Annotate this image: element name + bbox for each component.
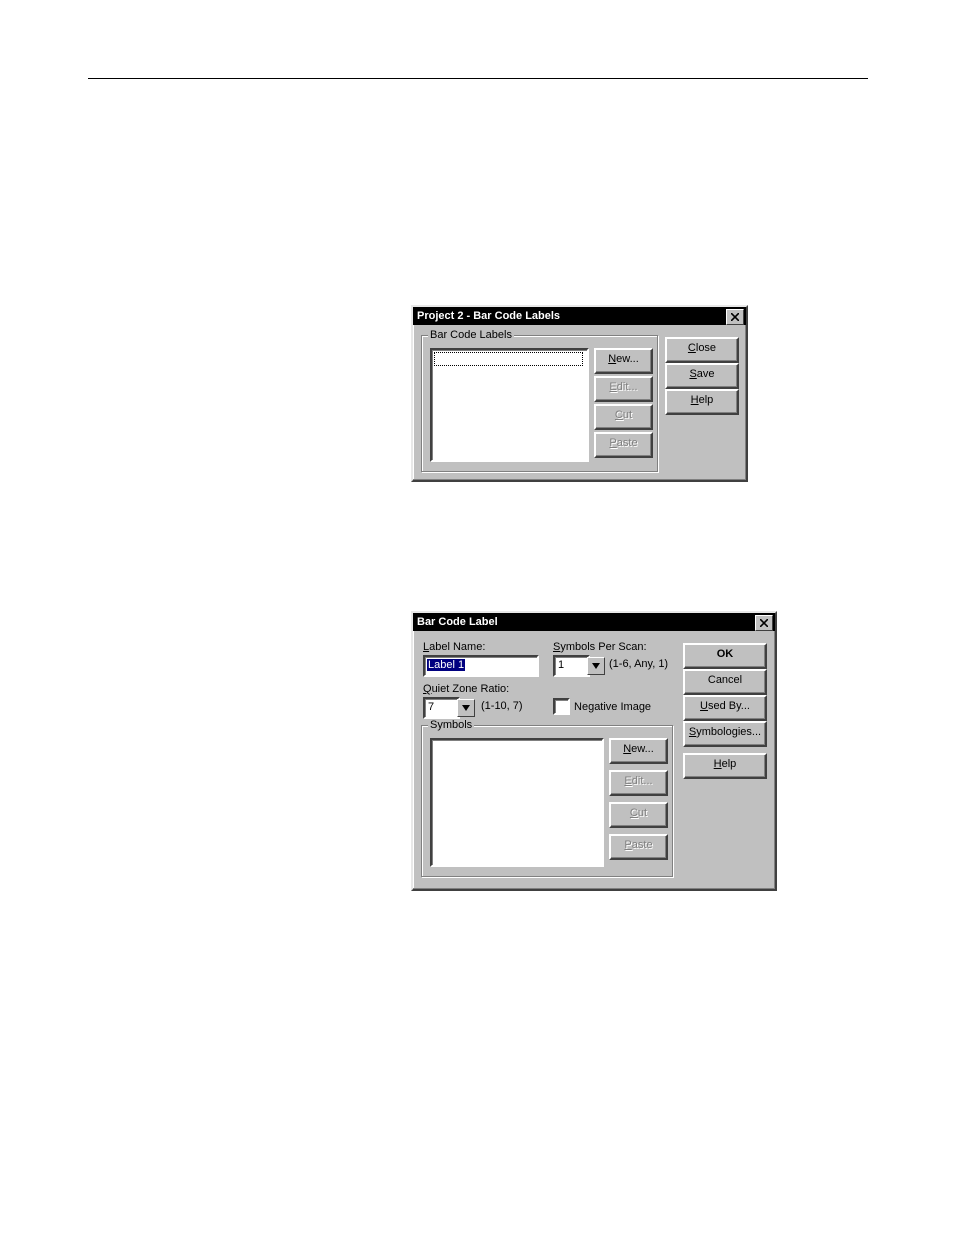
symbologies-button[interactable]: Symbologies... [683,721,767,747]
bar-code-label-dialog: Bar Code Label Label Name: Label 1 Symbo… [411,611,777,891]
bar-code-labels-groupbox: Bar Code Labels New... Edit... Cut Paste [421,335,658,472]
cancel-button[interactable]: Cancel [683,669,767,695]
checkbox-box[interactable] [553,698,570,715]
list-item-placeholder [434,352,583,366]
dialog-titlebar: Bar Code Label [413,613,775,631]
negative-image-label: Negative Image [574,701,651,713]
quiet-zone-value[interactable]: 7 [423,697,460,719]
negative-image-checkbox[interactable]: Negative Image [553,698,651,715]
save-button[interactable]: Save [665,363,739,389]
symbols-listbox[interactable] [430,738,604,867]
symbols-per-scan-value[interactable]: 1 [553,655,590,677]
chevron-down-icon[interactable] [457,699,475,717]
quiet-zone-hint: (1-10, 7) [481,700,523,712]
close-button[interactable]: Close [665,337,739,363]
symbols-per-scan-combo[interactable]: 1 [553,655,605,675]
edit-button[interactable]: Edit... [594,376,653,402]
close-icon[interactable] [726,309,744,325]
symbols-per-scan-hint: (1-6, Any, 1) [609,658,668,670]
cut-button[interactable]: Cut [609,802,668,828]
dialog-titlebar: Project 2 - Bar Code Labels [413,307,746,325]
paste-button[interactable]: Paste [609,834,668,860]
new-button[interactable]: New... [594,348,653,374]
ok-button[interactable]: OK [683,643,767,669]
help-button[interactable]: Help [665,389,739,415]
labels-listbox[interactable] [430,348,589,462]
chevron-down-icon[interactable] [587,657,605,675]
symbols-per-scan-label: Symbols Per Scan: [553,641,647,653]
new-button[interactable]: New... [609,738,668,764]
dialog-title: Bar Code Label [417,613,498,631]
quiet-zone-label: Quiet Zone Ratio: [423,683,509,695]
used-by-button[interactable]: Used By... [683,695,767,721]
close-icon[interactable] [755,615,773,631]
groupbox-label: Symbols [428,719,474,731]
symbols-groupbox: Symbols New... Edit... Cut Paste [421,725,673,877]
page-divider [88,78,868,79]
paste-button[interactable]: Paste [594,432,653,458]
bar-code-labels-dialog: Project 2 - Bar Code Labels Bar Code Lab… [411,305,748,482]
label-name-label: Label Name: [423,641,485,653]
help-button[interactable]: Help [683,753,767,779]
quiet-zone-combo[interactable]: 7 [423,697,475,717]
groupbox-label: Bar Code Labels [428,329,514,341]
edit-button[interactable]: Edit... [609,770,668,796]
dialog-title: Project 2 - Bar Code Labels [417,307,560,325]
cut-button[interactable]: Cut [594,404,653,430]
label-name-input[interactable]: Label 1 [423,655,539,677]
